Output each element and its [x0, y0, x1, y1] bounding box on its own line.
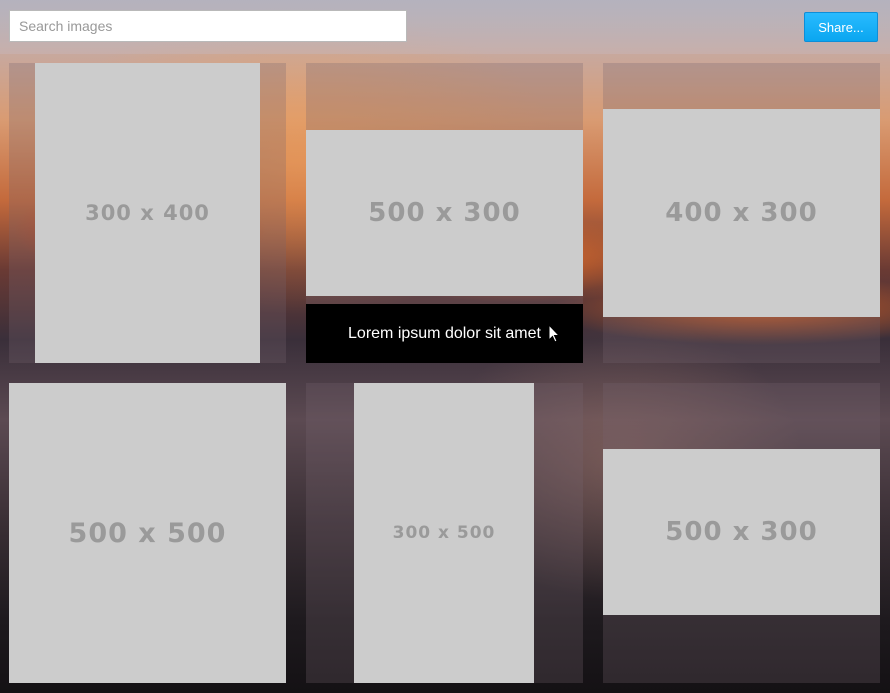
- gallery-tile-3[interactable]: 400 x 300: [603, 63, 880, 363]
- image-placeholder[interactable]: 500 x 300: [306, 130, 583, 296]
- gallery-tile-1[interactable]: 300 x 400: [9, 63, 286, 363]
- caption-text: Lorem ipsum dolor sit amet: [348, 324, 541, 342]
- mouse-pointer-icon: [548, 323, 561, 344]
- image-placeholder[interactable]: 400 x 300: [603, 109, 880, 317]
- image-caption: Lorem ipsum dolor sit amet: [306, 304, 583, 363]
- gallery-tile-2[interactable]: 500 x 300 Lorem ipsum dolor sit amet: [306, 63, 583, 363]
- gallery-tile-4[interactable]: 500 x 500: [9, 383, 286, 683]
- image-placeholder[interactable]: 500 x 300: [603, 449, 880, 615]
- search-input[interactable]: [9, 10, 407, 42]
- gallery-tile-6[interactable]: 500 x 300: [603, 383, 880, 683]
- gallery-tile-5[interactable]: 300 x 500: [306, 383, 583, 683]
- image-placeholder[interactable]: 300 x 400: [35, 63, 260, 363]
- image-placeholder[interactable]: 500 x 500: [9, 383, 286, 683]
- image-placeholder[interactable]: 300 x 500: [354, 383, 534, 683]
- share-button[interactable]: Share...: [804, 12, 878, 42]
